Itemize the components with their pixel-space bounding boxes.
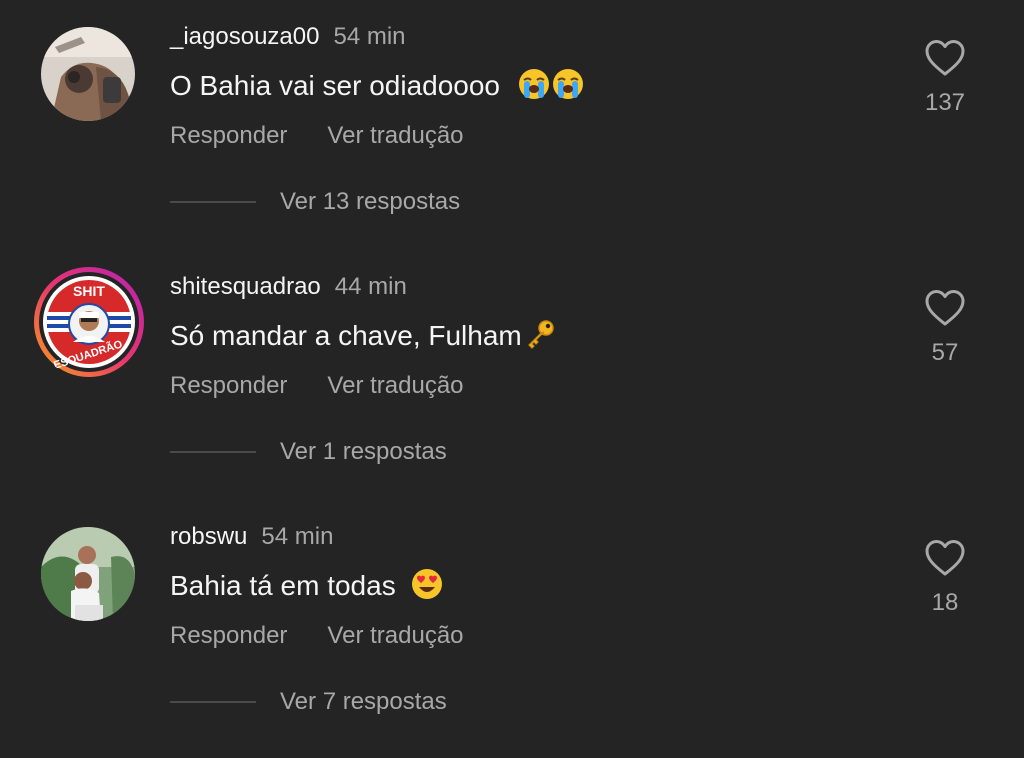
comment-body: O Bahia vai ser odiadoooo xyxy=(170,70,500,101)
view-replies-button[interactable]: Ver 13 respostas xyxy=(280,187,460,217)
username[interactable]: robswu xyxy=(170,523,247,550)
like-control: 137 xyxy=(920,38,970,118)
comment-header: robswu 54 min xyxy=(170,522,333,552)
comment-actions: Responder Ver tradução xyxy=(170,621,464,651)
like-count: 18 xyxy=(931,589,959,616)
like-control: 57 xyxy=(920,288,970,368)
key-icon xyxy=(527,320,554,349)
comment-header: shitesquadrao 44 min xyxy=(170,272,407,302)
avatar[interactable] xyxy=(41,527,135,621)
see-translation-button[interactable]: Ver tradução xyxy=(327,372,463,399)
avatar-logo-text: SHIT xyxy=(73,283,105,299)
reply-button[interactable]: Responder xyxy=(170,372,287,399)
heart-icon[interactable] xyxy=(924,538,966,578)
reply-button[interactable]: Responder xyxy=(170,622,287,649)
heart-icon[interactable] xyxy=(924,38,966,78)
comment-body: Só mandar a chave, Fulham xyxy=(170,320,522,351)
comment-actions: Responder Ver tradução xyxy=(170,371,464,401)
username[interactable]: shitesquadrao xyxy=(170,273,321,300)
comment-body: Bahia tá em todas xyxy=(170,570,396,601)
like-count: 137 xyxy=(924,89,966,116)
comment-actions: Responder Ver tradução xyxy=(170,121,464,151)
timestamp: 54 min xyxy=(261,523,334,550)
comment-header: _iagosouza00 54 min xyxy=(170,22,406,52)
avatar[interactable]: SHIT ESQUADRÃO xyxy=(33,266,145,378)
view-replies-button[interactable]: Ver 1 respostas xyxy=(280,437,447,467)
loudly-crying-face-icon xyxy=(552,69,583,99)
reply-button[interactable]: Responder xyxy=(170,122,287,149)
smiling-face-with-heart-eyes-icon xyxy=(412,569,443,599)
username[interactable]: _iagosouza00 xyxy=(170,23,319,50)
replies-divider xyxy=(170,451,256,453)
avatar[interactable] xyxy=(41,27,135,121)
like-control: 18 xyxy=(920,538,970,618)
comment-text: Só mandar a chave, Fulham xyxy=(170,318,556,354)
replies-divider xyxy=(170,201,256,203)
comment-item: SHIT ESQUADRÃO shitesquadrao 44 min Só ma… xyxy=(0,250,1024,499)
comment-item: _iagosouza00 54 min O Bahia vai ser odiad… xyxy=(0,0,1024,249)
timestamp: 54 min xyxy=(333,23,406,50)
view-replies-button[interactable]: Ver 7 respostas xyxy=(280,687,447,717)
replies-divider xyxy=(170,701,256,703)
see-translation-button[interactable]: Ver tradução xyxy=(327,622,463,649)
see-translation-button[interactable]: Ver tradução xyxy=(327,122,463,149)
timestamp: 44 min xyxy=(334,273,407,300)
heart-icon[interactable] xyxy=(924,288,966,328)
loudly-crying-face-icon xyxy=(518,69,549,99)
comment-item: robswu 54 min Bahia tá em todas Responder… xyxy=(0,500,1024,749)
like-count: 57 xyxy=(931,339,959,366)
comment-text: Bahia tá em todas xyxy=(170,568,443,604)
comment-text: O Bahia vai ser odiadoooo xyxy=(170,68,584,104)
